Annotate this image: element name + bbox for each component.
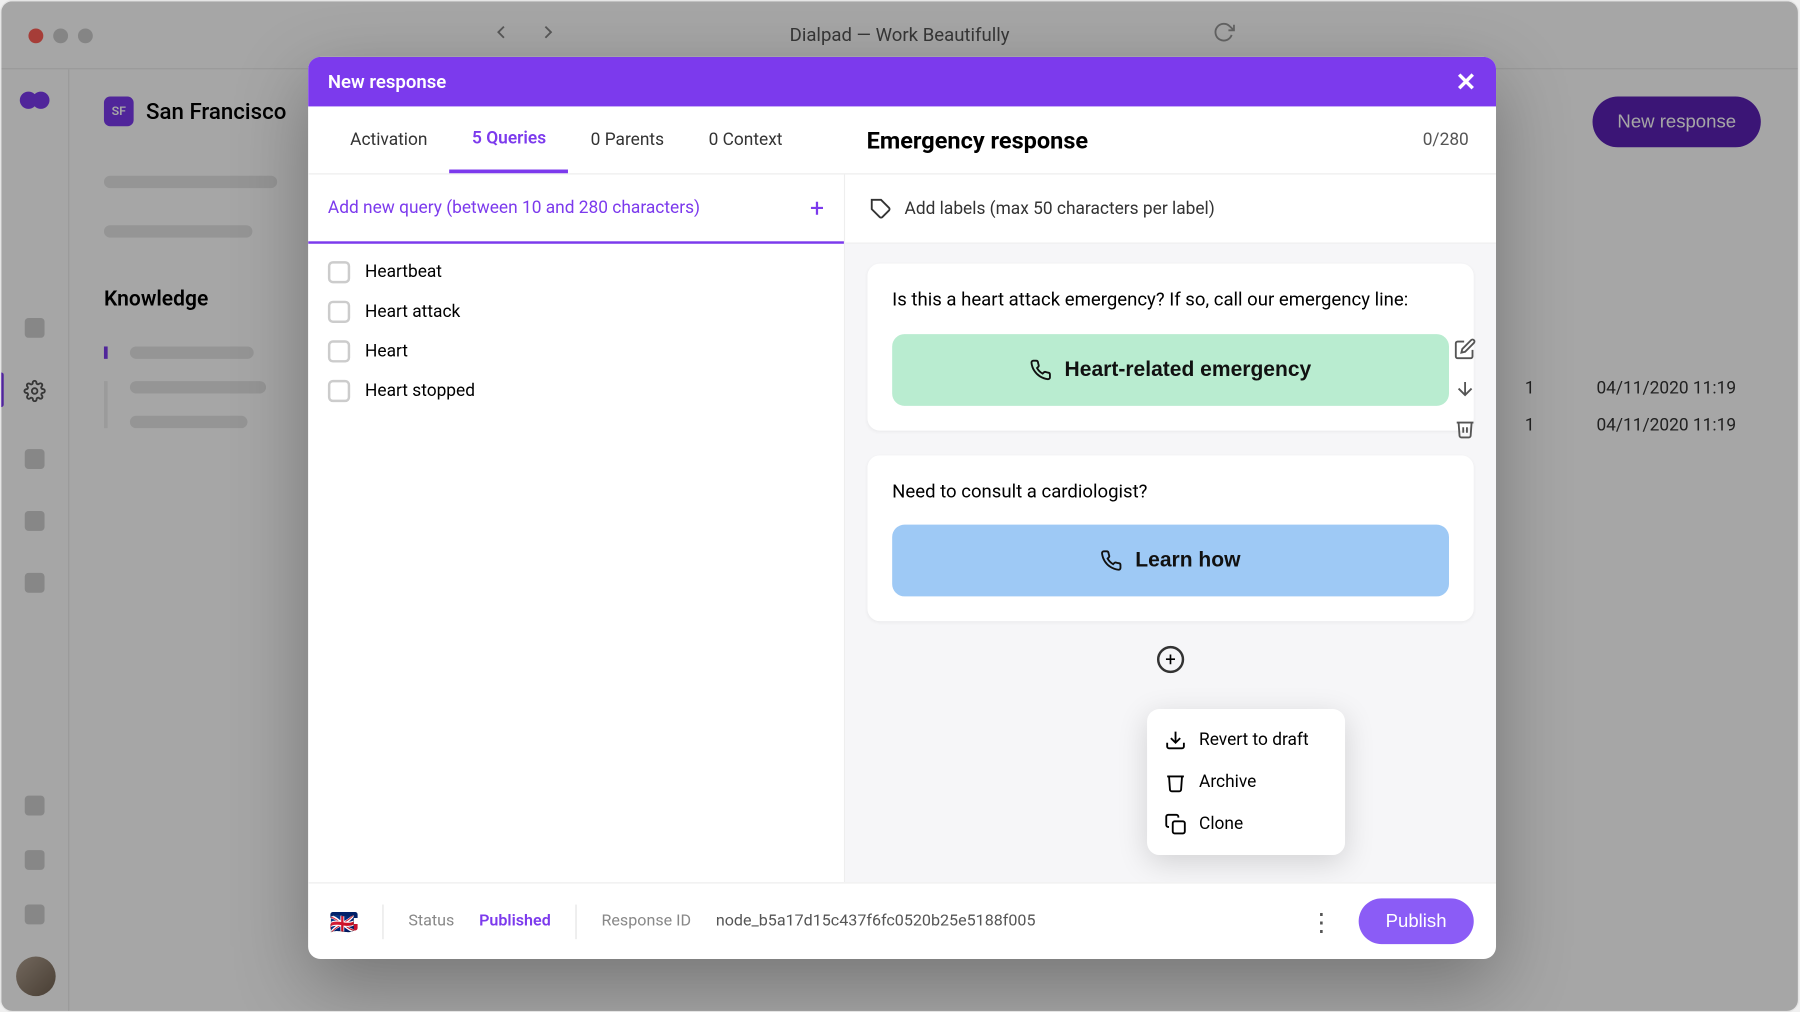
checkbox[interactable] <box>328 340 350 362</box>
menu-archive[interactable]: Archive <box>1147 761 1345 803</box>
card-button-label: Learn how <box>1135 548 1240 573</box>
labels-row[interactable]: Add labels (max 50 characters per label) <box>845 174 1496 243</box>
response-title: Emergency response <box>867 126 1423 154</box>
query-item[interactable]: Heart <box>328 340 824 362</box>
modal-header: New response ✕ <box>308 57 1496 106</box>
context-menu: Revert to draft Archive Clone <box>1147 709 1345 855</box>
menu-label: Revert to draft <box>1199 730 1309 750</box>
publish-button[interactable]: Publish <box>1358 898 1473 944</box>
tab-context[interactable]: 0 Context <box>686 106 804 173</box>
menu-clone[interactable]: Clone <box>1147 803 1345 845</box>
edit-icon[interactable] <box>1454 338 1476 365</box>
card-action-button[interactable]: Heart-related emergency <box>892 333 1449 405</box>
query-label: Heartbeat <box>365 262 442 282</box>
query-label: Heart stopped <box>365 381 475 401</box>
new-response-modal: New response ✕ Activation 5 Queries 0 Pa… <box>308 57 1496 959</box>
delete-icon[interactable] <box>1454 417 1476 444</box>
tab-activation[interactable]: Activation <box>328 106 450 173</box>
modal-tabs: Activation 5 Queries 0 Parents 0 Context… <box>308 106 1496 174</box>
checkbox[interactable] <box>328 301 350 323</box>
add-labels-text: Add labels (max 50 characters per label) <box>905 199 1215 219</box>
response-card: Is this a heart attack emergency? If so,… <box>867 264 1473 430</box>
phone-icon <box>1030 358 1052 380</box>
menu-label: Archive <box>1199 772 1256 792</box>
tab-queries[interactable]: 5 Queries <box>450 106 569 173</box>
download-icon <box>1164 729 1186 751</box>
more-options-icon[interactable]: ⋮ <box>1309 906 1334 936</box>
checkbox[interactable] <box>328 380 350 402</box>
queries-panel: Add new query (between 10 and 280 charac… <box>308 174 845 882</box>
card-text: Is this a heart attack emergency? If so,… <box>892 286 1449 314</box>
status-label: Status <box>408 912 454 931</box>
menu-label: Clone <box>1199 814 1243 834</box>
query-label: Heart <box>365 342 408 362</box>
response-card: Need to consult a cardiologist? Learn ho… <box>867 455 1473 621</box>
app-window: Dialpad — Work Beautifully <box>0 0 1799 1012</box>
query-item[interactable]: Heart attack <box>328 301 824 323</box>
query-item[interactable]: Heartbeat <box>328 261 824 283</box>
add-query-input[interactable]: Add new query (between 10 and 280 charac… <box>308 174 844 243</box>
close-icon[interactable]: ✕ <box>1455 67 1476 97</box>
card-text: Need to consult a cardiologist? <box>892 477 1449 505</box>
query-item[interactable]: Heart stopped <box>328 380 824 402</box>
add-card-icon[interactable]: + <box>1157 646 1184 673</box>
modal-title: New response <box>328 71 446 93</box>
add-query-placeholder: Add new query (between 10 and 280 charac… <box>328 198 700 218</box>
response-id-label: Response ID <box>601 912 691 931</box>
trash-icon <box>1164 771 1186 793</box>
phone-icon <box>1101 549 1123 571</box>
query-label: Heart attack <box>365 302 460 322</box>
copy-icon <box>1164 813 1186 835</box>
checkbox[interactable] <box>328 261 350 283</box>
locale-flag-icon[interactable]: 🇬🇧 <box>330 912 357 931</box>
response-panel: Add labels (max 50 characters per label)… <box>845 174 1496 882</box>
card-action-button[interactable]: Learn how <box>892 525 1449 597</box>
modal-footer: 🇬🇧 Status Published Response ID node_b5a… <box>308 882 1496 959</box>
tab-parents[interactable]: 0 Parents <box>568 106 686 173</box>
move-down-icon[interactable] <box>1454 377 1476 404</box>
plus-icon[interactable]: + <box>810 193 824 223</box>
tag-icon <box>870 197 892 219</box>
response-id-value: node_b5a17d15c437f6fc0520b25e5188f005 <box>716 912 1036 931</box>
char-counter: 0/280 <box>1423 130 1469 150</box>
card-button-label: Heart-related emergency <box>1065 357 1312 382</box>
menu-revert[interactable]: Revert to draft <box>1147 719 1345 761</box>
status-value: Published <box>479 912 551 931</box>
